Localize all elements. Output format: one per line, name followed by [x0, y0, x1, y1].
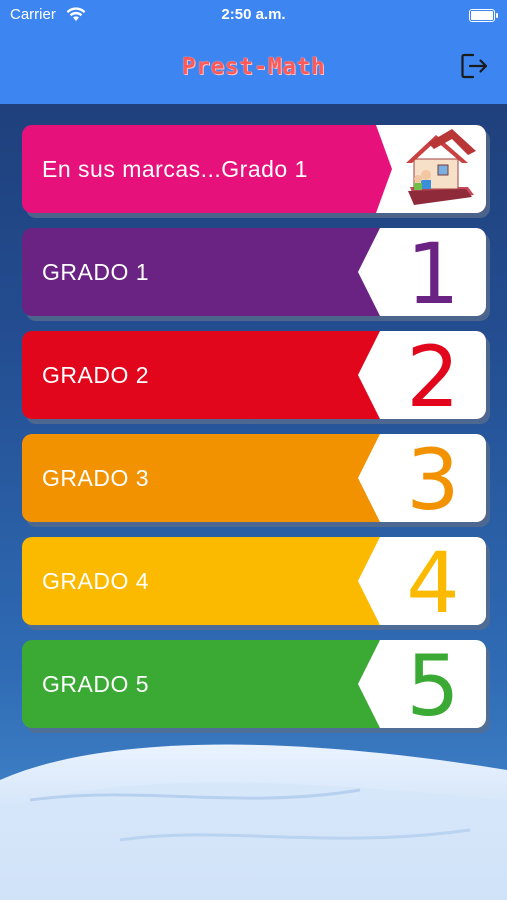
menu-item-grado-1[interactable]: GRADO 1 1 [22, 228, 486, 316]
menu-item-grado-2[interactable]: GRADO 2 2 [22, 331, 486, 419]
grade-number: 3 [406, 434, 460, 522]
house-books-icon [406, 129, 476, 205]
menu-item-label: GRADO 5 [42, 671, 150, 697]
navigation-bar: Carrier 2:50 a.m. Prest-Math [0, 0, 507, 104]
logout-icon[interactable] [459, 51, 489, 81]
menu-item-label: GRADO 2 [42, 362, 150, 388]
menu-item-label: GRADO 4 [42, 568, 150, 594]
clock: 2:50 a.m. [221, 6, 286, 23]
battery-icon [469, 9, 498, 22]
cloud-background [0, 744, 507, 900]
grade-number: 5 [406, 640, 460, 728]
menu-item-grado-5[interactable]: GRADO 5 5 [22, 640, 486, 728]
menu-item-grado-4[interactable]: GRADO 4 4 [22, 537, 486, 625]
menu-item-label: En sus marcas...Grado 1 [42, 156, 308, 182]
app-title: Prest-Math [181, 54, 326, 80]
menu-item-grado-3[interactable]: GRADO 3 3 [22, 434, 486, 522]
status-bar: Carrier 2:50 a.m. [0, 6, 507, 26]
grade-number: 4 [406, 537, 460, 625]
menu-item-en-sus-marcas[interactable]: En sus marcas...Grado 1 [22, 125, 486, 213]
menu-item-label: GRADO 3 [42, 465, 150, 491]
grade-number: 1 [406, 228, 460, 316]
menu-item-label: GRADO 1 [42, 259, 150, 285]
grade-menu: En sus marcas...Grado 1 GRADO 1 1 GRADO … [22, 125, 486, 743]
grade-number: 2 [406, 331, 460, 419]
